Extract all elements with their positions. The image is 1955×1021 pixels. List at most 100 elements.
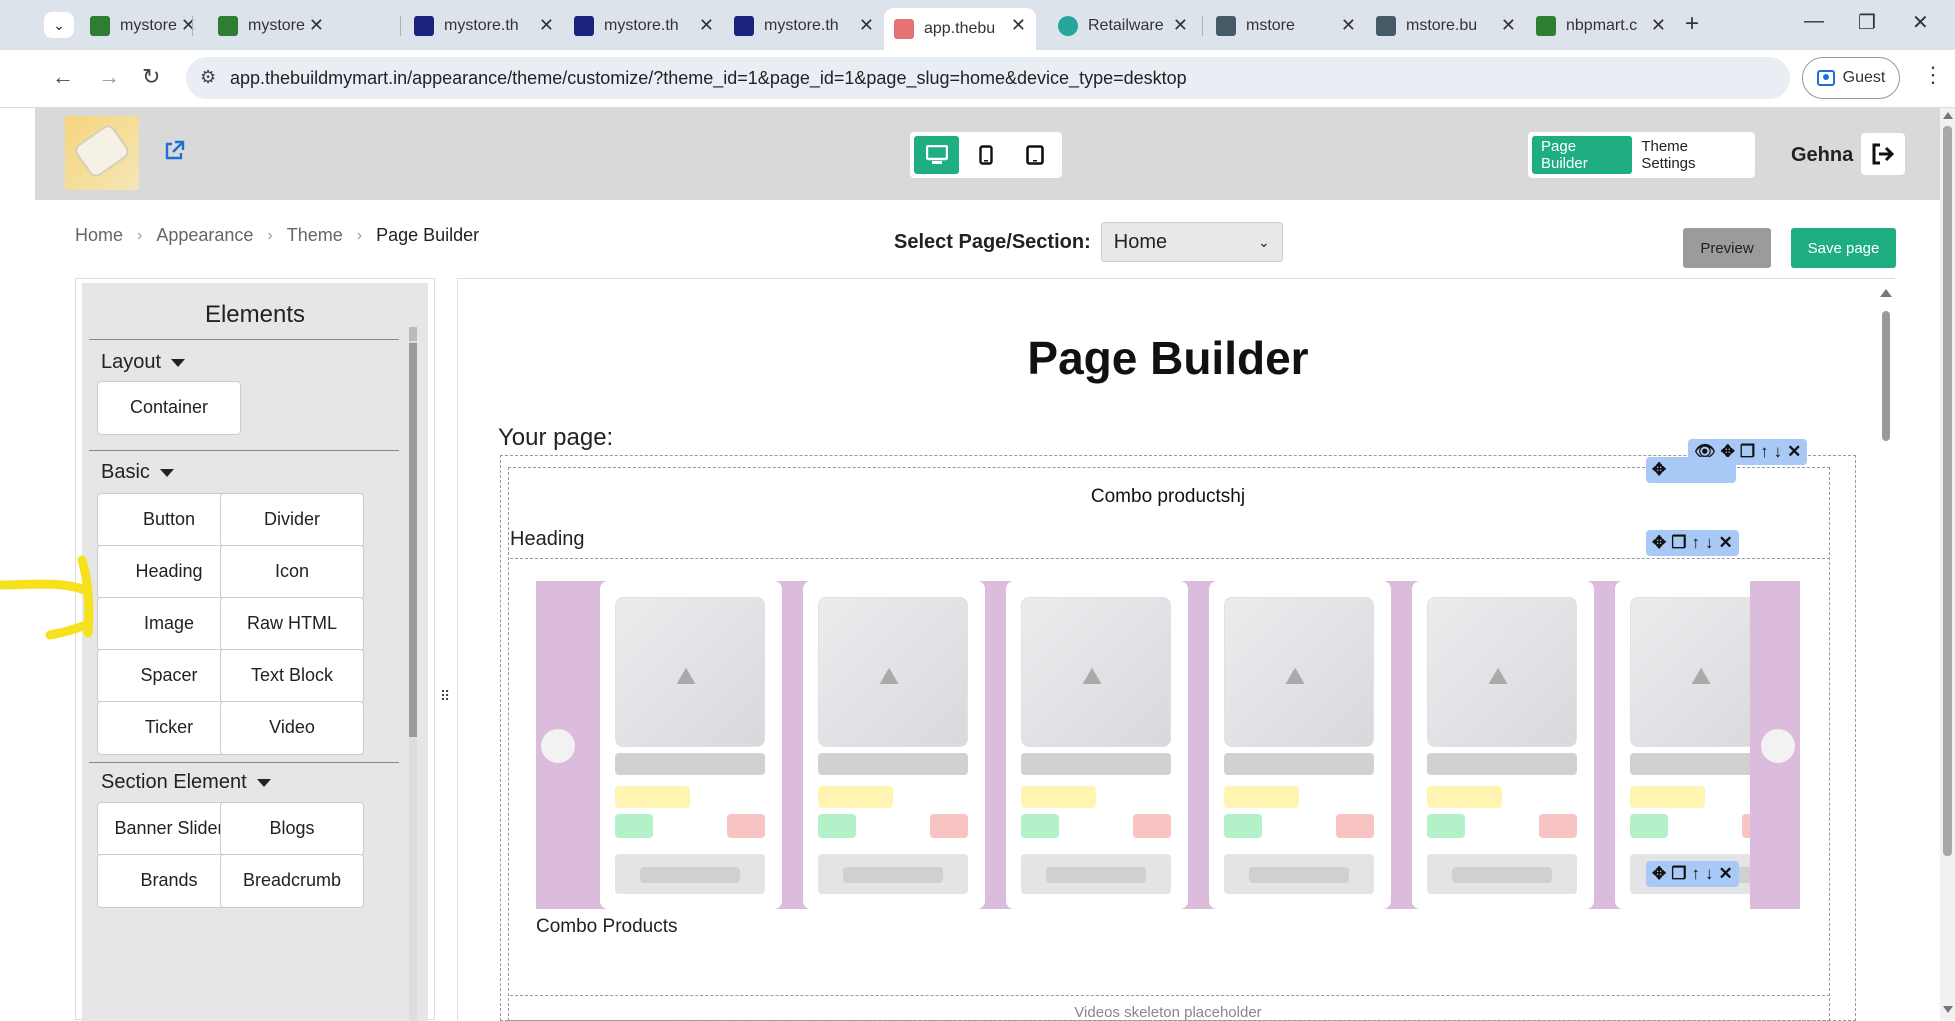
profile-icon	[1816, 70, 1835, 86]
browser-tab-active[interactable]: app.thebu ✕	[884, 8, 1036, 50]
tab-close-icon[interactable]: ✕	[1011, 15, 1026, 36]
heading-block[interactable]: Heading	[510, 528, 585, 551]
delete-icon[interactable]: ✕	[1719, 533, 1733, 553]
panel-scrollbar[interactable]	[409, 327, 417, 1021]
scroll-thumb[interactable]	[1943, 126, 1952, 856]
new-tab-button[interactable]: +	[1685, 10, 1699, 38]
price-skeleton	[1224, 786, 1299, 808]
tab-close-icon[interactable]: ✕	[309, 15, 324, 36]
page-select[interactable]: Home ⌄	[1100, 222, 1283, 262]
scroll-down-arrow[interactable]	[1943, 1006, 1953, 1013]
theme-settings-tab[interactable]: Theme Settings	[1632, 136, 1751, 174]
profile-button[interactable]: Guest	[1802, 57, 1900, 99]
move-icon[interactable]: ✥	[1652, 533, 1666, 553]
restore-icon[interactable]: ❐	[1858, 10, 1876, 35]
product-card-skeleton: ⛰	[803, 581, 985, 909]
window-close-icon[interactable]: ✕	[1912, 10, 1929, 35]
element-blogs[interactable]: Blogs	[220, 802, 364, 856]
caret-down-icon	[171, 358, 186, 367]
mobile-view-button[interactable]	[963, 136, 1008, 174]
arrow-down-icon[interactable]: ↓	[1705, 533, 1714, 553]
group-section-toggle[interactable]: Section Element	[101, 771, 271, 794]
combo-section-title[interactable]: Combo productshj	[458, 486, 1878, 508]
external-link-icon[interactable]	[163, 140, 185, 168]
carousel-next-button[interactable]	[1761, 729, 1795, 763]
scroll-thumb[interactable]	[409, 343, 417, 737]
page-scrollbar[interactable]	[1940, 108, 1955, 1020]
annotation-mark	[0, 555, 94, 640]
tab-close-icon[interactable]: ✕	[859, 15, 874, 36]
browser-tab[interactable]: nbpmart.c ✕	[1526, 8, 1676, 44]
tab-close-icon[interactable]: ✕	[1173, 15, 1188, 36]
browser-tab[interactable]: mystore ✕	[80, 8, 206, 44]
browser-tab-bar: ⌄ mystore ✕ mystore ✕ mystore.th ✕ mysto…	[0, 0, 1955, 50]
title-skeleton	[1224, 753, 1374, 775]
minimize-icon[interactable]: —	[1804, 10, 1824, 33]
badge-skeleton	[1021, 814, 1059, 838]
carousel-prev-button[interactable]	[541, 729, 575, 763]
delete-icon[interactable]: ✕	[1787, 442, 1801, 462]
logout-button[interactable]	[1861, 133, 1905, 175]
price-skeleton	[615, 786, 690, 808]
element-raw-html[interactable]: Raw HTML	[220, 597, 364, 651]
tab-close-icon[interactable]: ✕	[699, 15, 714, 36]
browser-tab[interactable]: mystore ✕	[208, 8, 334, 44]
element-breadcrumb[interactable]: Breadcrumb	[220, 854, 364, 908]
scroll-up-arrow[interactable]	[1880, 289, 1892, 297]
profile-label: Guest	[1842, 69, 1886, 86]
arrow-up-icon[interactable]: ↑	[1692, 864, 1701, 884]
browser-tab[interactable]: mstore.bu ✕	[1366, 8, 1526, 44]
browser-menu-icon[interactable]: ⋮	[1922, 62, 1944, 88]
canvas-scrollbar[interactable]	[1880, 289, 1892, 1021]
combo-products-label[interactable]: Combo Products	[536, 916, 678, 938]
tab-close-icon[interactable]: ✕	[539, 15, 554, 36]
element-video[interactable]: Video	[220, 701, 364, 755]
videos-placeholder: Videos skeleton placeholder	[1074, 1004, 1262, 1021]
copy-icon[interactable]: ❐	[1671, 533, 1686, 553]
copy-icon[interactable]: ❐	[1740, 442, 1755, 462]
element-text-block[interactable]: Text Block	[220, 649, 364, 703]
group-layout-toggle[interactable]: Layout	[101, 351, 186, 374]
move-icon[interactable]: ✥	[1652, 460, 1666, 480]
browser-tab[interactable]: mstore ✕	[1206, 8, 1366, 44]
copy-icon[interactable]: ❐	[1671, 864, 1686, 884]
scroll-thumb[interactable]	[1882, 311, 1890, 441]
arrow-up-icon[interactable]: ↑	[1760, 442, 1769, 462]
page-builder-tab[interactable]: Page Builder	[1532, 136, 1633, 174]
tablet-view-button[interactable]	[1013, 136, 1058, 174]
element-divider[interactable]: Divider	[220, 493, 364, 547]
tab-close-icon[interactable]: ✕	[181, 15, 196, 36]
address-bar-row: ← → ↻ ⚙ app.thebuildmymart.in/appearance…	[0, 50, 1955, 108]
element-container[interactable]: Container	[97, 381, 241, 435]
arrow-down-icon[interactable]: ↓	[1705, 864, 1714, 884]
scroll-up-arrow[interactable]	[1943, 112, 1953, 119]
browser-tab[interactable]: mystore.th ✕	[724, 8, 884, 44]
tab-close-icon[interactable]: ✕	[1651, 15, 1666, 36]
reload-icon[interactable]: ↻	[142, 64, 160, 90]
arrow-down-icon[interactable]: ↓	[1774, 442, 1783, 462]
browser-tab[interactable]: Retailware ✕	[1048, 8, 1198, 44]
forward-icon[interactable]: →	[98, 64, 120, 90]
store-logo[interactable]	[65, 116, 139, 190]
tab-close-icon[interactable]: ✕	[1501, 15, 1516, 36]
breadcrumb-theme[interactable]: Theme	[287, 225, 343, 246]
preview-button[interactable]: Preview	[1683, 228, 1771, 268]
group-basic-toggle[interactable]: Basic	[101, 461, 174, 484]
breadcrumb-appearance[interactable]: Appearance	[156, 225, 253, 246]
browser-tab[interactable]: mystore.th ✕	[564, 8, 724, 44]
site-settings-icon[interactable]: ⚙	[200, 67, 216, 88]
arrow-up-icon[interactable]: ↑	[1692, 533, 1701, 553]
panel-resize-handle[interactable]: ⠿	[439, 688, 451, 710]
save-page-button[interactable]: Save page	[1791, 228, 1896, 268]
tab-close-icon[interactable]: ✕	[1341, 15, 1356, 36]
breadcrumb-home[interactable]: Home	[75, 225, 123, 246]
desktop-view-button[interactable]	[914, 136, 960, 174]
videos-toolbar: ✥ ❐ ↑ ↓ ✕	[1646, 861, 1739, 887]
browser-tab[interactable]: mystore.th ✕	[404, 8, 564, 44]
back-icon[interactable]: ←	[52, 64, 74, 90]
url-field[interactable]: ⚙ app.thebuildmymart.in/appearance/theme…	[186, 57, 1790, 99]
element-icon[interactable]: Icon	[220, 545, 364, 599]
move-icon[interactable]: ✥	[1652, 864, 1666, 884]
tab-search-button[interactable]: ⌄	[44, 12, 74, 38]
delete-icon[interactable]: ✕	[1719, 864, 1733, 884]
